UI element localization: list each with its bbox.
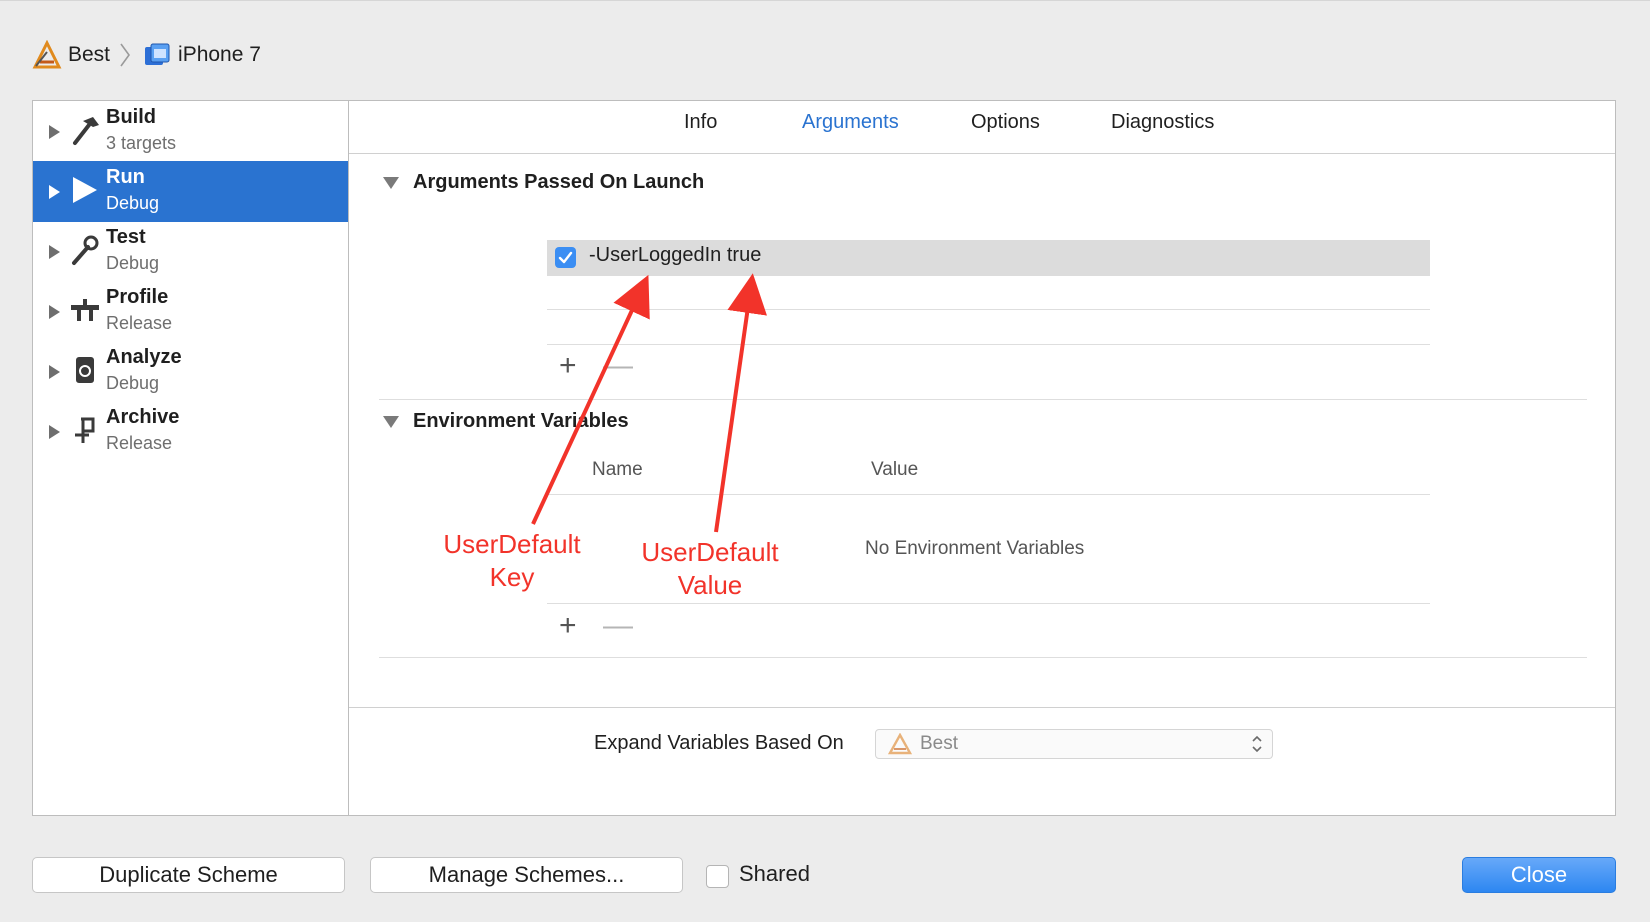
chevron-updown-icon [1250, 733, 1264, 755]
remove-variable-button[interactable]: — [603, 611, 633, 641]
arguments-section-header[interactable]: Arguments Passed On Launch [383, 171, 704, 194]
scheme-editor: Build 3 targets Run Debug Test Debug Pro… [32, 100, 1616, 816]
environment-section-header[interactable]: Environment Variables [383, 410, 629, 433]
shared-label[interactable]: Shared [739, 861, 810, 887]
sidebar-item-title: Archive [106, 406, 180, 428]
sidebar-item-title: Profile [106, 286, 169, 308]
empty-environment-message: No Environment Variables [865, 538, 1085, 559]
add-variable-button[interactable]: + [559, 611, 577, 641]
disclosure-triangle-icon[interactable] [49, 125, 60, 139]
disclosure-triangle-icon[interactable] [49, 365, 60, 379]
sidebar-item-test[interactable]: Test Debug [33, 221, 348, 282]
section-title: Arguments Passed On Launch [413, 171, 705, 193]
tab-options[interactable]: Options [971, 111, 1040, 134]
duplicate-scheme-button[interactable]: Duplicate Scheme [32, 857, 345, 893]
breadcrumb-project[interactable]: Best [68, 43, 110, 67]
tab-info[interactable]: Info [684, 111, 717, 134]
window-top-edge [0, 0, 1650, 1]
expand-variables-label: Expand Variables Based On [594, 732, 844, 754]
annotation-value-line1: UserDefault [641, 537, 779, 567]
archive-icon [69, 413, 101, 447]
sidebar-item-build[interactable]: Build 3 targets [33, 101, 348, 162]
sidebar-item-subtitle: Debug [106, 373, 160, 393]
disclosure-down-icon[interactable] [383, 415, 399, 428]
play-icon [69, 173, 101, 207]
sidebar-item-title: Analyze [106, 346, 182, 368]
close-button[interactable]: Close [1462, 857, 1616, 893]
section-divider [379, 399, 1587, 400]
column-header-value[interactable]: Value [871, 459, 918, 481]
xcode-project-icon [887, 732, 913, 755]
scheme-content: Info Arguments Options Diagnostics Argum… [349, 101, 1615, 815]
remove-argument-button[interactable]: — [603, 351, 633, 381]
xcode-project-icon [32, 39, 62, 70]
header-divider [547, 494, 1430, 495]
expand-variables-select[interactable]: Best [875, 729, 1273, 759]
argument-checkbox[interactable] [555, 247, 576, 268]
add-argument-button[interactable]: + [559, 351, 577, 381]
disclosure-triangle-icon[interactable] [49, 245, 60, 259]
scheme-actions-sidebar: Build 3 targets Run Debug Test Debug Pro… [33, 101, 349, 815]
sidebar-item-subtitle: Debug [106, 193, 160, 213]
checkmark-icon [558, 251, 573, 264]
sidebar-item-subtitle: Release [106, 433, 173, 453]
instruments-icon [69, 293, 101, 327]
annotation-key-line2: Key [489, 562, 535, 592]
argument-row[interactable]: -UserLoggedIn true [547, 240, 1430, 276]
sidebar-item-subtitle: Release [106, 313, 173, 333]
row-divider [547, 603, 1430, 604]
annotation-value-line2: Value [677, 570, 743, 600]
tab-diagnostics[interactable]: Diagnostics [1111, 111, 1214, 134]
sidebar-item-profile[interactable]: Profile Release [33, 281, 348, 342]
sidebar-item-archive[interactable]: Archive Release [33, 401, 348, 462]
breadcrumb-device[interactable]: iPhone 7 [178, 43, 261, 67]
section-title: Environment Variables [413, 410, 629, 432]
expand-variables-bar: Expand Variables Based On Best [349, 707, 1615, 816]
sidebar-item-subtitle: 3 targets [106, 133, 177, 153]
section-divider [379, 657, 1587, 658]
analyze-icon [69, 353, 101, 387]
disclosure-triangle-icon[interactable] [49, 305, 60, 319]
breadcrumb: Best iPhone 7 [32, 38, 261, 72]
sidebar-item-analyze[interactable]: Analyze Debug [33, 341, 348, 402]
sidebar-item-title: Run [106, 166, 145, 188]
wrench-icon [69, 233, 101, 267]
row-divider [547, 309, 1430, 310]
hammer-icon [69, 113, 101, 147]
select-value: Best [920, 733, 959, 754]
shared-checkbox[interactable] [706, 865, 729, 888]
row-divider [547, 344, 1430, 345]
column-header-name[interactable]: Name [592, 459, 643, 481]
sidebar-item-title: Test [106, 226, 146, 248]
chevron-right-icon [118, 42, 132, 68]
disclosure-triangle-icon[interactable] [49, 185, 60, 199]
annotation-key: UserDefault Key [432, 528, 592, 594]
sidebar-item-subtitle: Debug [106, 253, 160, 273]
disclosure-down-icon[interactable] [383, 176, 399, 189]
manage-schemes-button[interactable]: Manage Schemes... [370, 857, 683, 893]
disclosure-triangle-icon[interactable] [49, 425, 60, 439]
tab-arguments[interactable]: Arguments [802, 111, 899, 134]
annotation-value: UserDefault Value [630, 536, 790, 602]
argument-value[interactable]: -UserLoggedIn true [589, 244, 761, 267]
simulator-icon [142, 40, 172, 70]
tab-bar: Info Arguments Options Diagnostics [349, 101, 1615, 154]
sidebar-item-title: Build [106, 106, 156, 128]
annotation-key-line1: UserDefault [443, 529, 581, 559]
sidebar-item-run[interactable]: Run Debug [33, 161, 348, 222]
